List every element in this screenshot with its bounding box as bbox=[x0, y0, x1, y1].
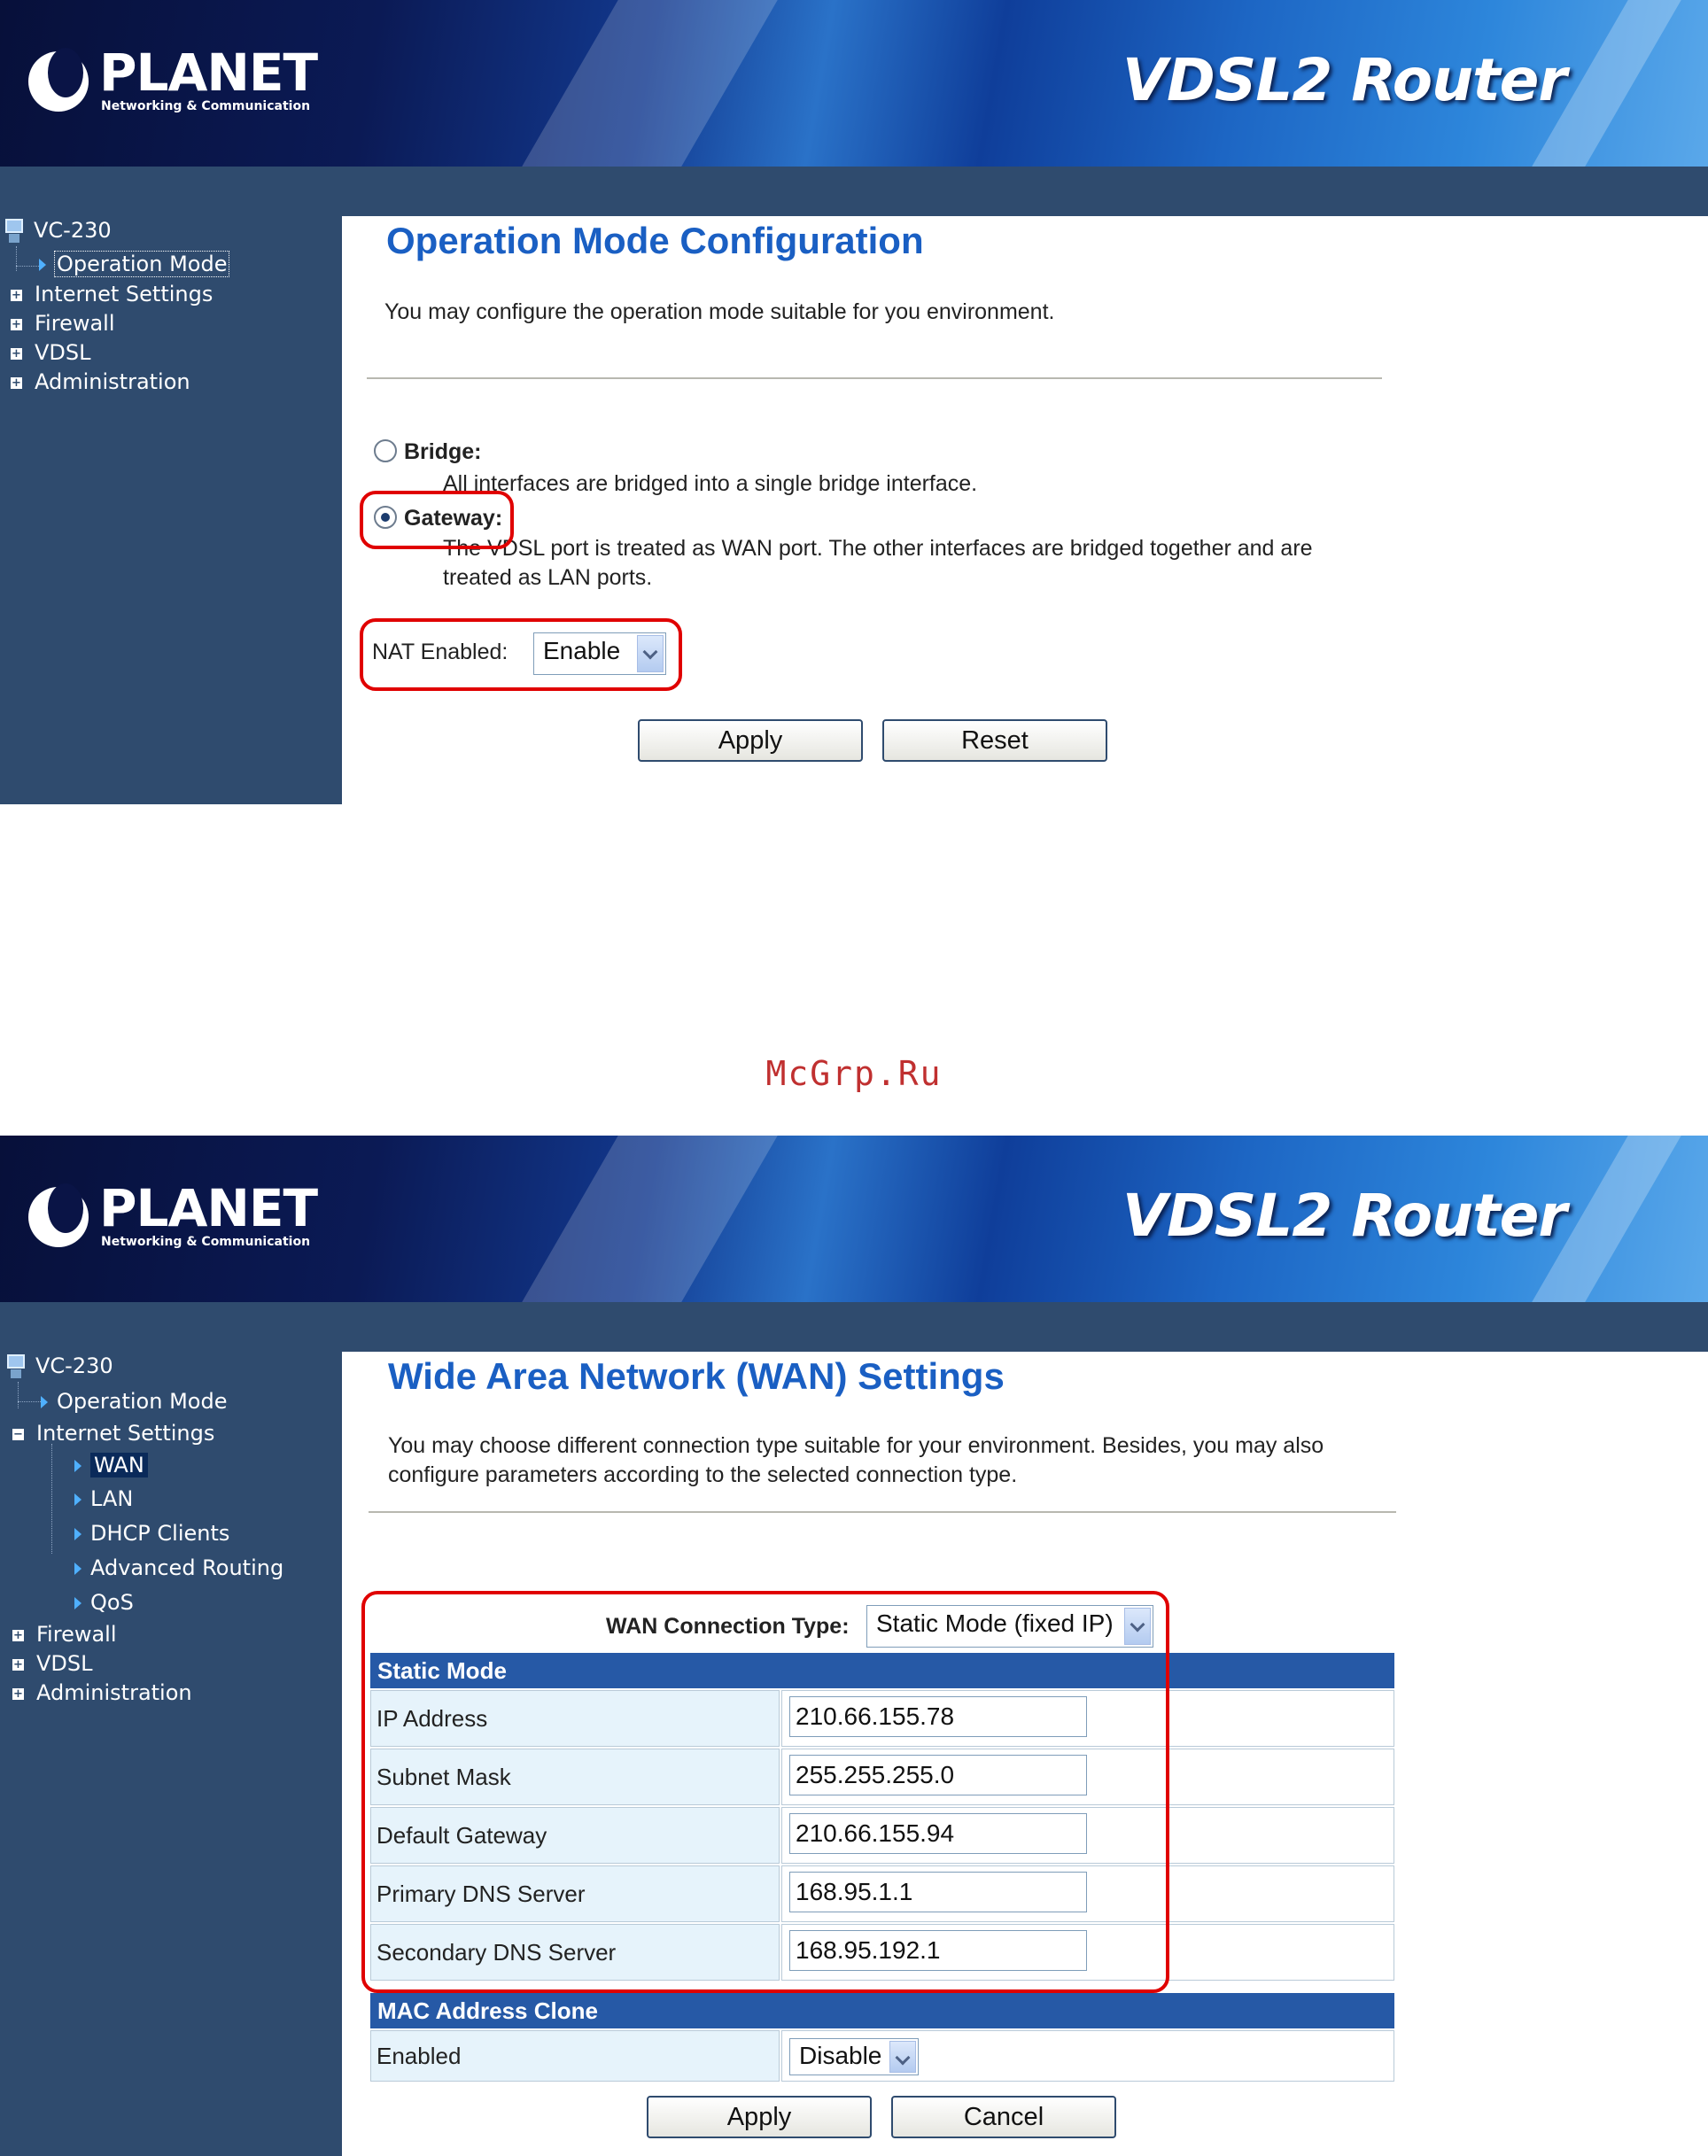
mac-enabled-label: Enabled bbox=[370, 2030, 780, 2082]
sidebar-item-dhcp-clients[interactable]: DHCP Clients bbox=[74, 1519, 229, 1547]
sidebar-tree: VC-230 Operation Mode − Internet Settings… bbox=[0, 1352, 342, 2156]
product-name: VDSL2 Router bbox=[1122, 1182, 1567, 1250]
planet-logo: PLANET Networking & Communication bbox=[28, 1182, 318, 1252]
gateway-highlight bbox=[360, 491, 514, 549]
expand-icon[interactable]: + bbox=[11, 347, 22, 360]
sidebar-item-qos[interactable]: QoS bbox=[74, 1588, 134, 1617]
sidebar-item-label: VDSL bbox=[36, 1651, 93, 1676]
header-subbar bbox=[0, 1302, 1708, 1352]
watermark: McGrp.Ru bbox=[765, 1054, 943, 1093]
page-title: Operation Mode Configuration bbox=[386, 220, 924, 261]
bridge-description: All interfaces are bridged into a single… bbox=[443, 471, 978, 496]
expand-icon[interactable]: + bbox=[12, 1658, 24, 1671]
sidebar-item-label: Firewall bbox=[36, 1622, 117, 1647]
computer-icon bbox=[5, 219, 23, 243]
tree-root[interactable]: VC-230 bbox=[4, 216, 112, 244]
arrow-icon bbox=[74, 1528, 82, 1540]
sidebar-item-label: Internet Settings bbox=[36, 1421, 215, 1446]
sidebar-item-operation-mode[interactable]: Operation Mode bbox=[39, 250, 230, 278]
expand-icon[interactable]: + bbox=[12, 1629, 24, 1641]
sidebar-item-administration[interactable]: + Administration bbox=[11, 368, 190, 396]
wan-settings-screenshot: PLANET Networking & Communication VDSL2 … bbox=[0, 1136, 1708, 2156]
sidebar-item-firewall[interactable]: + Firewall bbox=[11, 309, 115, 337]
arrow-icon bbox=[74, 1597, 82, 1609]
sidebar-item-label: Firewall bbox=[35, 311, 115, 336]
arrow-icon bbox=[39, 259, 46, 271]
sidebar-item-wan[interactable]: WAN bbox=[74, 1451, 148, 1479]
sidebar-item-label: VDSL bbox=[35, 340, 91, 365]
sidebar-item-label: Internet Settings bbox=[35, 282, 214, 306]
expand-icon[interactable]: + bbox=[11, 376, 22, 389]
planet-logo: PLANET Networking & Communication bbox=[28, 46, 318, 117]
mac-clone-header: MAC Address Clone bbox=[370, 1993, 1394, 2028]
product-name: VDSL2 Router bbox=[1122, 46, 1567, 114]
page-title: Wide Area Network (WAN) Settings bbox=[388, 1355, 1005, 1397]
bridge-label: Bridge: bbox=[404, 439, 482, 464]
tree-root-label: VC-230 bbox=[35, 1353, 113, 1378]
sidebar-item-internet-settings[interactable]: + Internet Settings bbox=[11, 280, 213, 308]
sidebar-item-advanced-routing[interactable]: Advanced Routing bbox=[74, 1554, 283, 1582]
sidebar-item-lan[interactable]: LAN bbox=[74, 1485, 133, 1513]
arrow-icon bbox=[41, 1396, 48, 1408]
cancel-button[interactable]: Cancel bbox=[891, 2096, 1116, 2138]
gateway-description: The VDSL port is treated as WAN port. Th… bbox=[443, 536, 1313, 590]
collapse-icon[interactable]: − bbox=[12, 1428, 24, 1440]
nat-highlight bbox=[360, 618, 682, 691]
apply-button[interactable]: Apply bbox=[647, 2096, 872, 2138]
header-banner: PLANET Networking & Communication VDSL2 … bbox=[0, 0, 1708, 167]
sidebar-item-vdsl[interactable]: + VDSL bbox=[11, 338, 91, 367]
page-description: You may configure the operation mode sui… bbox=[384, 299, 1055, 324]
chevron-down-icon[interactable] bbox=[889, 2041, 916, 2073]
mac-enabled-value: Disable bbox=[799, 2042, 882, 2069]
sidebar-item-label: DHCP Clients bbox=[90, 1521, 230, 1546]
sidebar-item-label: Advanced Routing bbox=[90, 1555, 284, 1580]
sidebar-item-label: Operation Mode bbox=[57, 1389, 228, 1414]
sidebar-item-label: QoS bbox=[90, 1590, 134, 1615]
sidebar-tree: VC-230 Operation Mode + Internet Settings… bbox=[0, 216, 342, 804]
sidebar-item-firewall[interactable]: + Firewall bbox=[12, 1620, 117, 1648]
page-description: You may choose different connection type… bbox=[388, 1433, 1324, 1487]
arrow-icon bbox=[74, 1563, 82, 1575]
header-banner: PLANET Networking & Communication VDSL2 … bbox=[0, 1136, 1708, 1302]
sidebar-item-label: Administration bbox=[35, 369, 190, 394]
apply-button[interactable]: Apply bbox=[638, 719, 863, 762]
tree-root[interactable]: VC-230 bbox=[5, 1352, 113, 1380]
sidebar-item-operation-mode[interactable]: Operation Mode bbox=[41, 1387, 227, 1415]
expand-icon[interactable]: + bbox=[12, 1687, 24, 1700]
static-settings-highlight bbox=[361, 1591, 1169, 1993]
tree-root-label: VC-230 bbox=[34, 218, 112, 243]
header-subbar bbox=[0, 167, 1708, 216]
sidebar-item-internet-settings[interactable]: − Internet Settings bbox=[12, 1419, 214, 1447]
sidebar-item-label: LAN bbox=[90, 1486, 134, 1511]
computer-icon bbox=[7, 1354, 25, 1378]
sidebar-item-label: Administration bbox=[36, 1680, 192, 1705]
expand-icon[interactable]: + bbox=[11, 289, 22, 301]
arrow-icon bbox=[74, 1460, 82, 1472]
divider bbox=[367, 377, 1382, 379]
sidebar-item-vdsl[interactable]: + VDSL bbox=[12, 1649, 93, 1678]
reset-button[interactable]: Reset bbox=[882, 719, 1107, 762]
sidebar-item-label: WAN bbox=[90, 1453, 148, 1477]
mac-enabled-select[interactable]: Disable bbox=[789, 2038, 919, 2075]
divider bbox=[369, 1511, 1396, 1513]
sidebar-item-administration[interactable]: + Administration bbox=[12, 1679, 192, 1707]
bridge-radio[interactable] bbox=[374, 439, 397, 462]
expand-icon[interactable]: + bbox=[11, 318, 22, 330]
operation-mode-screenshot: PLANET Networking & Communication VDSL2 … bbox=[0, 0, 1708, 804]
main-content: Operation Mode Configuration You may con… bbox=[342, 216, 1708, 804]
sidebar-item-label: Operation Mode bbox=[53, 251, 230, 277]
main-content: Wide Area Network (WAN) Settings You may… bbox=[342, 1352, 1708, 2156]
arrow-icon bbox=[74, 1493, 82, 1506]
